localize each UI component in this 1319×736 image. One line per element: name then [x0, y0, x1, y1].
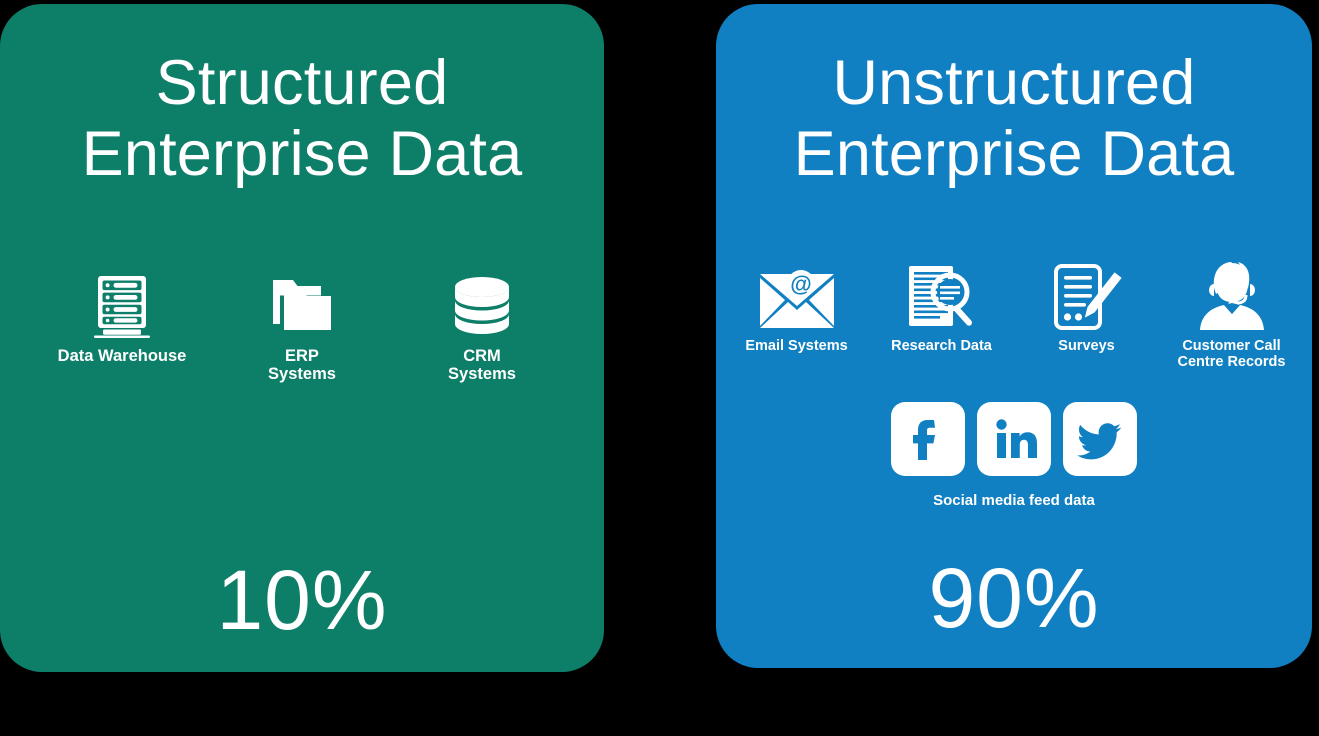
- item-label-customer-call-centre-records: Customer Call Centre Records: [1177, 338, 1286, 371]
- document-magnifier-icon: [905, 256, 979, 330]
- item-customer-call-centre-records: Customer Call Centre Records: [1159, 256, 1304, 370]
- item-label-email-systems: Email Systems: [745, 338, 848, 354]
- facebook-icon[interactable]: [891, 402, 965, 476]
- headset-agent-icon: [1194, 256, 1270, 330]
- folder-icon: [271, 276, 333, 338]
- clipboard-pencil-icon: [1052, 256, 1122, 330]
- panel-structured-title-line1: Structured: [155, 48, 449, 118]
- envelope-at-icon: @: [758, 256, 836, 330]
- linkedin-icon[interactable]: [977, 402, 1051, 476]
- infographic-canvas: Structured Enterprise Data Data Warehous…: [0, 0, 1319, 736]
- item-erp-systems: ERP Systems: [212, 276, 392, 384]
- panel-structured-data: Structured Enterprise Data Data Warehous…: [0, 4, 604, 672]
- social-media-icons: [891, 402, 1137, 476]
- panel-structured-title: Structured Enterprise Data: [0, 48, 604, 189]
- database-icon: [452, 276, 512, 338]
- social-media-label: Social media feed data: [933, 492, 1095, 509]
- panel-unstructured-data: Unstructured Enterprise Data @ Email Sys…: [716, 4, 1312, 668]
- item-label-data-warehouse: Data Warehouse: [57, 347, 187, 365]
- structured-icon-row: Data Warehouse ERP Systems CRM Systems: [30, 276, 574, 384]
- panel-structured-title-line2: Enterprise Data: [81, 118, 523, 189]
- unstructured-icon-row: @ Email Systems Research Data Surveys Cu…: [724, 256, 1304, 370]
- panel-unstructured-title-line2: Enterprise Data: [793, 118, 1235, 189]
- social-media-group: Social media feed data: [716, 402, 1312, 509]
- item-label-surveys: Surveys: [1058, 338, 1115, 354]
- svg-text:@: @: [790, 272, 811, 297]
- panel-unstructured-title: Unstructured Enterprise Data: [716, 48, 1312, 189]
- item-crm-systems: CRM Systems: [392, 276, 572, 384]
- twitter-icon[interactable]: [1063, 402, 1137, 476]
- panel-unstructured-percent: 90%: [928, 551, 1100, 645]
- item-surveys: Surveys: [1014, 256, 1159, 354]
- item-label-research-data: Research Data: [891, 338, 992, 354]
- item-label-erp-systems: ERP Systems: [268, 347, 336, 384]
- panel-structured-percent: 10%: [216, 553, 388, 647]
- item-research-data: Research Data: [869, 256, 1014, 354]
- panel-unstructured-title-line1: Unstructured: [832, 48, 1196, 118]
- item-email-systems: @ Email Systems: [724, 256, 869, 354]
- item-label-crm-systems: CRM Systems: [448, 347, 516, 384]
- item-data-warehouse: Data Warehouse: [32, 276, 212, 365]
- server-rack-icon: [94, 276, 150, 338]
